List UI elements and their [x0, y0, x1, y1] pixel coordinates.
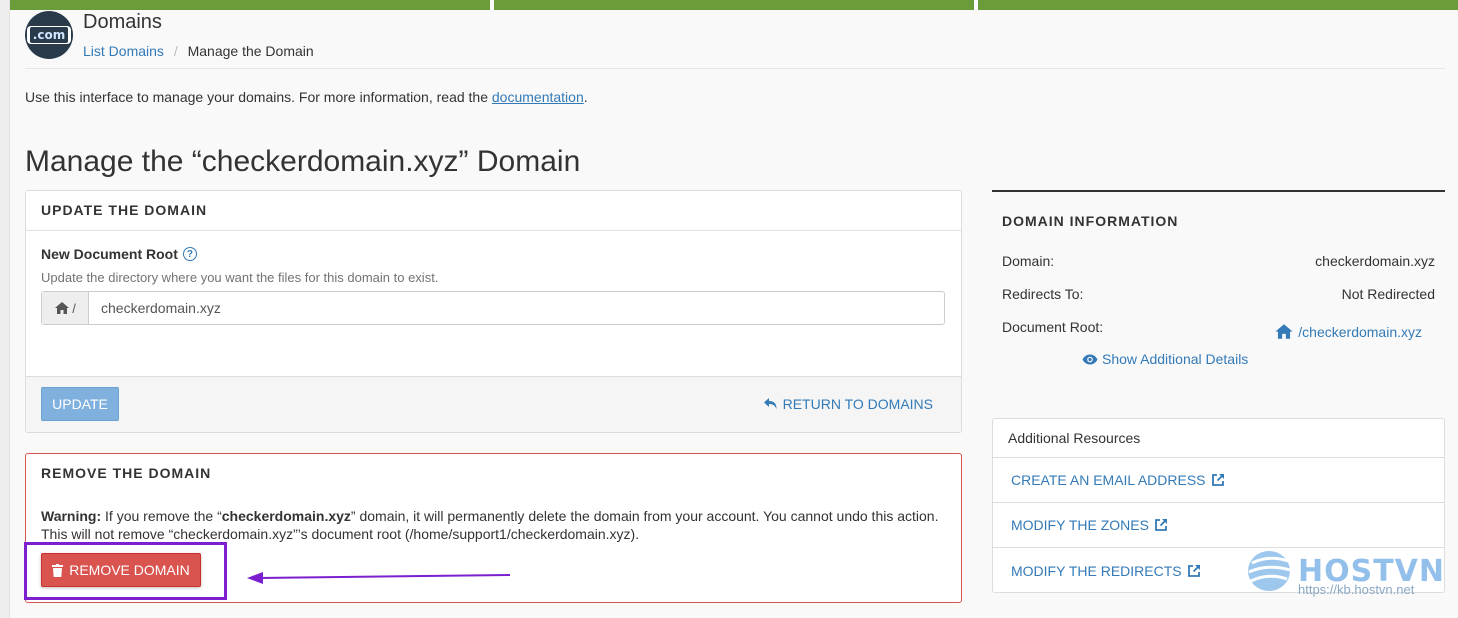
- breadcrumb: List Domains / Manage the Domain: [83, 43, 314, 59]
- modify-zones-link[interactable]: MODIFY THE ZONES: [993, 503, 1444, 548]
- info-row-redirects: Redirects To: Not Redirected: [1002, 286, 1435, 302]
- remove-warning-text: Warning: If you remove the “checkerdomai…: [41, 508, 939, 542]
- external-link-icon: [1187, 564, 1200, 577]
- left-sidebar-strip: [0, 0, 10, 618]
- document-root-link[interactable]: /checkerdomain.xyz: [1274, 323, 1422, 340]
- top-nav-segment[interactable]: [494, 0, 974, 10]
- domain-info-heading: DOMAIN INFORMATION: [1002, 213, 1179, 229]
- return-to-domains-link[interactable]: RETURN TO DOMAINS: [763, 396, 933, 412]
- breadcrumb-list-domains[interactable]: List Domains: [83, 43, 164, 59]
- page-title: Manage the “checkerdomain.xyz” Domain: [25, 145, 581, 178]
- top-nav-segment[interactable]: [978, 0, 1458, 10]
- eye-icon: [1082, 354, 1098, 364]
- documentation-link[interactable]: documentation: [492, 89, 584, 105]
- breadcrumb-current: Manage the Domain: [187, 43, 314, 59]
- home-icon: [1275, 324, 1293, 339]
- document-root-input[interactable]: [89, 292, 944, 324]
- create-email-address-link[interactable]: CREATE AN EMAIL ADDRESS: [993, 458, 1444, 503]
- remove-panel-heading: REMOVE THE DOMAIN: [41, 465, 212, 481]
- external-link-icon: [1155, 518, 1168, 531]
- top-nav-bar: [10, 0, 1458, 10]
- external-link-icon: [1211, 473, 1224, 486]
- document-root-label: New Document Root ?: [41, 246, 197, 262]
- domain-information-panel: DOMAIN INFORMATION Domain: checkerdomain…: [992, 190, 1445, 386]
- document-root-input-group: /: [41, 291, 945, 325]
- home-icon: [55, 302, 70, 314]
- app-title: Domains: [83, 11, 162, 33]
- intro-text: Use this interface to manage your domain…: [25, 89, 588, 105]
- home-prefix-addon: /: [42, 292, 89, 324]
- update-panel-heading: UPDATE THE DOMAIN: [26, 191, 961, 231]
- undo-icon: [763, 398, 777, 409]
- page-header: .com Domains List Domains / Manage the D…: [25, 11, 1445, 69]
- annotation-arrow-icon: [247, 572, 511, 584]
- info-row-domain: Domain: checkerdomain.xyz: [1002, 253, 1435, 269]
- annotation-highlight-box: [24, 542, 227, 600]
- breadcrumb-separator: /: [173, 43, 178, 59]
- update-panel-footer: UPDATE RETURN TO DOMAINS: [26, 376, 961, 432]
- hostvn-logo-icon: [1248, 551, 1291, 591]
- document-root-help: Update the directory where you want the …: [41, 270, 439, 285]
- additional-resources-heading: Additional Resources: [993, 419, 1444, 458]
- dotcom-logo-icon: .com: [25, 11, 73, 59]
- update-button[interactable]: UPDATE: [41, 387, 119, 421]
- watermark-url: https://kb.hostvn.net: [1298, 582, 1415, 597]
- update-domain-panel: UPDATE THE DOMAIN New Document Root ? Up…: [25, 190, 962, 433]
- show-additional-details-link[interactable]: Show Additional Details: [1082, 351, 1248, 367]
- question-icon[interactable]: ?: [182, 247, 197, 261]
- info-row-document-root: Document Root: /checkerdomain.xyz: [1002, 319, 1422, 340]
- top-nav-segment[interactable]: [10, 0, 490, 10]
